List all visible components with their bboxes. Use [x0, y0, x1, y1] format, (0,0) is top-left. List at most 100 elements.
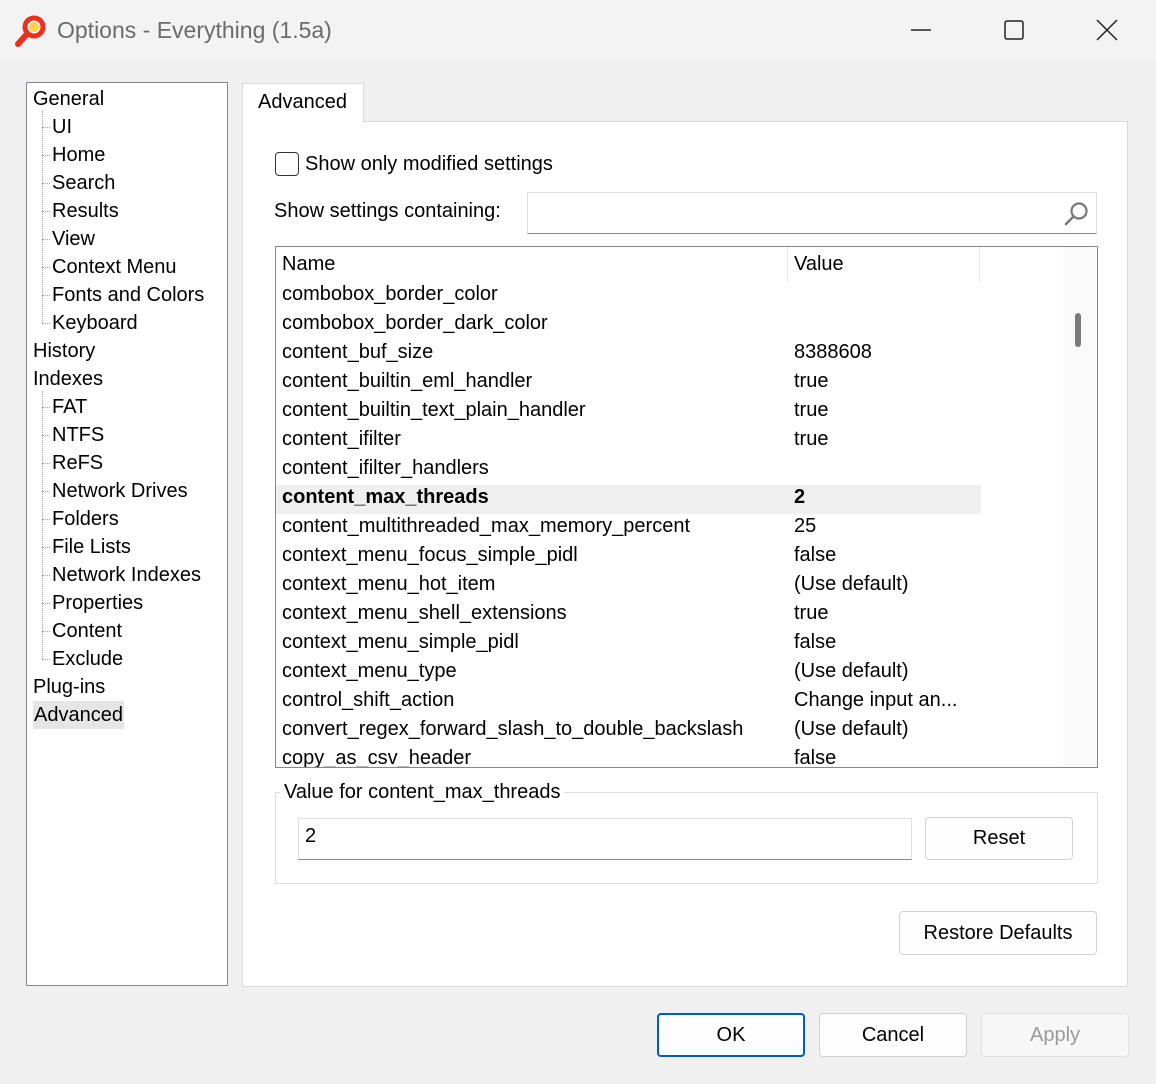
- setting-value: (Use default): [794, 660, 909, 682]
- table-row[interactable]: context_menu_simple_pidl false: [276, 630, 981, 659]
- tree-item[interactable]: FAT: [52, 393, 87, 421]
- tree-item[interactable]: Folders: [52, 505, 119, 533]
- table-row[interactable]: content_buf_size 8388608: [276, 340, 981, 369]
- tree-connector: [42, 323, 50, 324]
- table-row[interactable]: content_ifilter_handlers: [276, 456, 981, 485]
- tree-item[interactable]: Properties: [52, 589, 143, 617]
- tree-connector: [42, 211, 50, 212]
- reset-button[interactable]: Reset: [925, 817, 1073, 860]
- tree-item[interactable]: NTFS: [52, 421, 104, 449]
- tree-item[interactable]: General: [33, 85, 104, 113]
- filter-label: Show settings containing:: [274, 200, 501, 222]
- show-modified-checkbox[interactable]: [275, 152, 299, 176]
- show-modified-label[interactable]: Show only modified settings: [305, 153, 553, 176]
- setting-name: context_menu_simple_pidl: [282, 631, 519, 653]
- apply-button[interactable]: Apply: [981, 1013, 1129, 1057]
- options-tree[interactable]: General UI Home Search Results View Context Me…: [26, 82, 228, 986]
- search-icon[interactable]: [1063, 200, 1091, 228]
- setting-name: content_multithreaded_max_memory_percent: [282, 515, 690, 537]
- table-row[interactable]: context_menu_type (Use default): [276, 659, 981, 688]
- setting-name: content_buf_size: [282, 341, 434, 363]
- cancel-button[interactable]: Cancel: [819, 1013, 967, 1057]
- tree-connector: [42, 267, 50, 268]
- tree-connector: [42, 127, 50, 128]
- table-row[interactable]: combobox_border_dark_color: [276, 311, 981, 340]
- tree-item[interactable]: Indexes: [33, 365, 103, 393]
- tree-connector: [42, 659, 50, 660]
- tree-item[interactable]: History: [33, 337, 95, 365]
- tree-item[interactable]: View: [52, 225, 95, 253]
- tree-item[interactable]: ReFS: [52, 449, 103, 477]
- setting-name: context_menu_type: [282, 660, 457, 682]
- setting-value: true: [794, 370, 829, 392]
- tree-connector: [42, 155, 50, 156]
- column-separator[interactable]: [787, 247, 788, 283]
- minimize-button[interactable]: [875, 0, 967, 60]
- close-icon: [1096, 19, 1118, 41]
- window-title: Options - Everything (1.5a): [57, 17, 332, 43]
- setting-value: true: [794, 428, 829, 450]
- vertical-scrollbar[interactable]: [1063, 247, 1097, 767]
- setting-value: false: [794, 747, 837, 768]
- setting-name: context_menu_focus_simple_pidl: [282, 544, 578, 566]
- tree-item[interactable]: UI: [52, 113, 72, 141]
- list-header: Name Value: [276, 247, 1063, 283]
- tree-item[interactable]: Network Drives: [52, 477, 188, 505]
- tree-connector: [42, 111, 43, 323]
- tree-connector: [42, 463, 50, 464]
- table-row[interactable]: content_max_threads 2: [276, 485, 981, 514]
- setting-name: content_max_threads: [282, 486, 489, 508]
- setting-value: Change input an...: [794, 689, 958, 711]
- table-row[interactable]: control_shift_action Change input an...: [276, 688, 981, 717]
- ok-button[interactable]: OK: [657, 1013, 805, 1057]
- setting-name: content_ifilter: [282, 428, 401, 450]
- tree-item[interactable]: Keyboard: [52, 309, 138, 337]
- setting-value: 2: [794, 486, 806, 508]
- setting-value-input[interactable]: 2: [298, 818, 912, 860]
- setting-value: (Use default): [794, 573, 909, 595]
- tree-item[interactable]: Network Indexes: [52, 561, 201, 589]
- table-row[interactable]: convert_regex_forward_slash_to_double_ba…: [276, 717, 981, 746]
- setting-name: combobox_border_dark_color: [282, 312, 548, 334]
- maximize-button[interactable]: [968, 0, 1060, 60]
- tree-item[interactable]: Results: [52, 197, 119, 225]
- settings-list[interactable]: Name Value combobox_border_color combobox…: [275, 246, 1098, 768]
- setting-name: combobox_border_color: [282, 283, 498, 305]
- tree-connector: [42, 407, 50, 408]
- table-row[interactable]: context_menu_hot_item (Use default): [276, 572, 981, 601]
- setting-value: 25: [794, 515, 817, 537]
- restore-defaults-button[interactable]: Restore Defaults: [899, 911, 1097, 955]
- tree-item[interactable]: Plug-ins: [33, 673, 105, 701]
- table-row[interactable]: content_multithreaded_max_memory_percent…: [276, 514, 981, 543]
- tree-item[interactable]: Advanced: [33, 701, 124, 729]
- table-row[interactable]: content_ifilter true: [276, 427, 981, 456]
- table-row[interactable]: context_menu_shell_extensions true: [276, 601, 981, 630]
- column-header-name[interactable]: Name: [282, 253, 335, 276]
- close-button[interactable]: [1061, 0, 1153, 60]
- table-row[interactable]: copy_as_csv_header false: [276, 746, 981, 768]
- table-row[interactable]: content_builtin_eml_handler true: [276, 369, 981, 398]
- tree-item[interactable]: Fonts and Colors: [52, 281, 204, 309]
- column-separator[interactable]: [979, 247, 980, 283]
- table-row[interactable]: combobox_border_color: [276, 282, 981, 311]
- column-header-value[interactable]: Value: [794, 253, 844, 276]
- value-group-label: Value for content_max_threads: [280, 781, 565, 804]
- tree-connector: [42, 491, 50, 492]
- tree-item[interactable]: Home: [52, 141, 105, 169]
- tree-connector: [42, 239, 50, 240]
- tree-item[interactable]: Context Menu: [52, 253, 177, 281]
- tree-item[interactable]: Content: [52, 617, 122, 645]
- setting-name: content_ifilter_handlers: [282, 457, 489, 479]
- tree-item[interactable]: Search: [52, 169, 115, 197]
- table-row[interactable]: context_menu_focus_simple_pidl false: [276, 543, 981, 572]
- tab-advanced[interactable]: Advanced: [242, 83, 364, 123]
- tree-item[interactable]: Exclude: [52, 645, 123, 673]
- settings-search-input[interactable]: [527, 192, 1097, 234]
- setting-value: true: [794, 602, 829, 624]
- tree-connector: [42, 519, 50, 520]
- scrollbar-thumb[interactable]: [1075, 313, 1081, 347]
- tree-item[interactable]: File Lists: [52, 533, 131, 561]
- table-row[interactable]: content_builtin_text_plain_handler true: [276, 398, 981, 427]
- setting-value-text: 2: [305, 825, 317, 847]
- tree-connector: [42, 435, 50, 436]
